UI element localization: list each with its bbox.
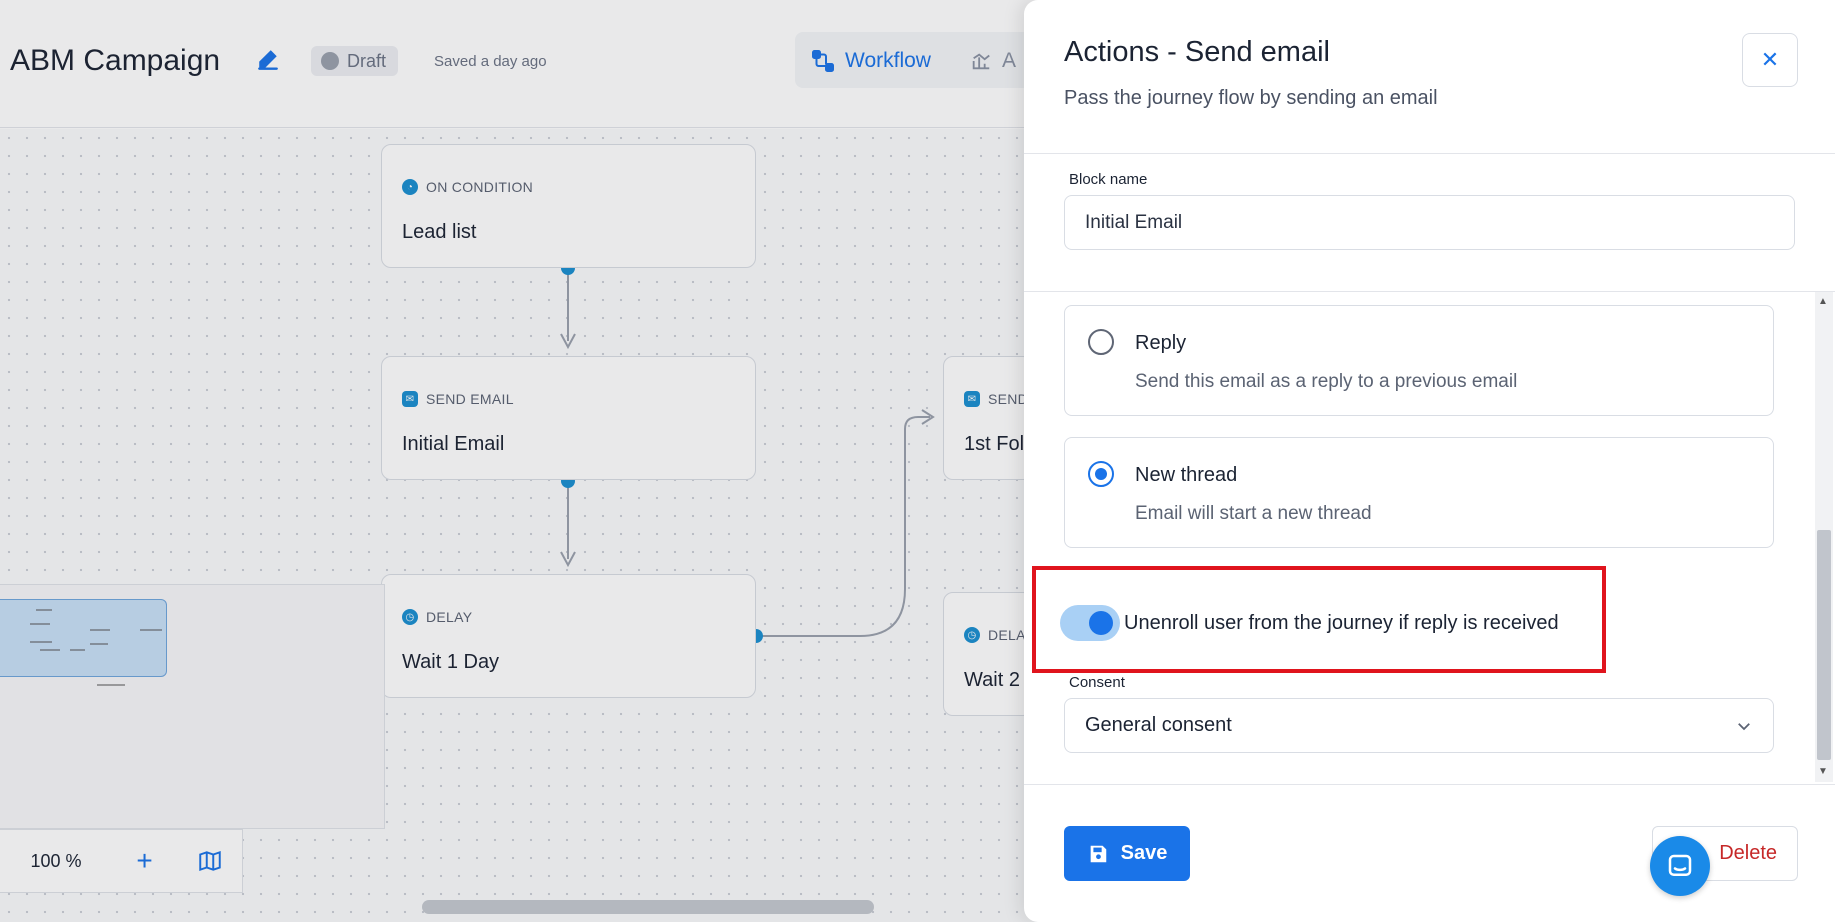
radio-option-new-thread[interactable]: New thread Email will start a new thread: [1064, 437, 1774, 548]
chat-icon: [1668, 854, 1692, 876]
divider: [1024, 153, 1835, 154]
divider: [1024, 291, 1835, 292]
radio-title: Reply: [1135, 332, 1187, 354]
divider: [1024, 784, 1835, 785]
radio-description: Send this email as a reply to a previous…: [1135, 371, 1518, 392]
panel-title: Actions - Send email: [1064, 36, 1330, 68]
radio-new-thread[interactable]: [1088, 461, 1114, 487]
close-icon: ✕: [1760, 47, 1780, 72]
consent-select[interactable]: General consent: [1064, 698, 1774, 753]
unenroll-toggle[interactable]: [1060, 605, 1120, 641]
consent-value: General consent: [1085, 714, 1232, 736]
unenroll-toggle-label: Unenroll user from the journey if reply …: [1124, 612, 1559, 634]
close-button[interactable]: ✕: [1742, 33, 1798, 87]
scroll-up-icon[interactable]: ▲: [1818, 296, 1828, 307]
block-name-input[interactable]: Initial Email: [1064, 195, 1795, 250]
save-button-label: Save: [1120, 842, 1168, 864]
radio-description: Email will start a new thread: [1135, 503, 1372, 524]
panel-scrollbar-thumb[interactable]: [1817, 530, 1831, 760]
chat-launcher-button[interactable]: [1650, 836, 1710, 896]
chevron-down-icon: [1738, 722, 1750, 730]
toggle-knob: [1089, 611, 1113, 635]
save-button[interactable]: Save: [1064, 826, 1190, 881]
consent-label: Consent: [1069, 674, 1125, 691]
radio-reply[interactable]: [1088, 329, 1114, 355]
block-name-value: Initial Email: [1085, 211, 1183, 233]
block-name-label: Block name: [1069, 171, 1148, 188]
save-icon: [1090, 845, 1106, 862]
radio-title: New thread: [1135, 464, 1238, 486]
radio-option-reply[interactable]: Reply Send this email as a reply to a pr…: [1064, 305, 1774, 416]
send-email-panel: Actions - Send email Pass the journey fl…: [1024, 0, 1835, 922]
panel-subtitle: Pass the journey flow by sending an emai…: [1064, 87, 1438, 109]
delete-button-label: Delete: [1719, 842, 1777, 864]
scroll-down-icon[interactable]: ▼: [1818, 766, 1828, 777]
